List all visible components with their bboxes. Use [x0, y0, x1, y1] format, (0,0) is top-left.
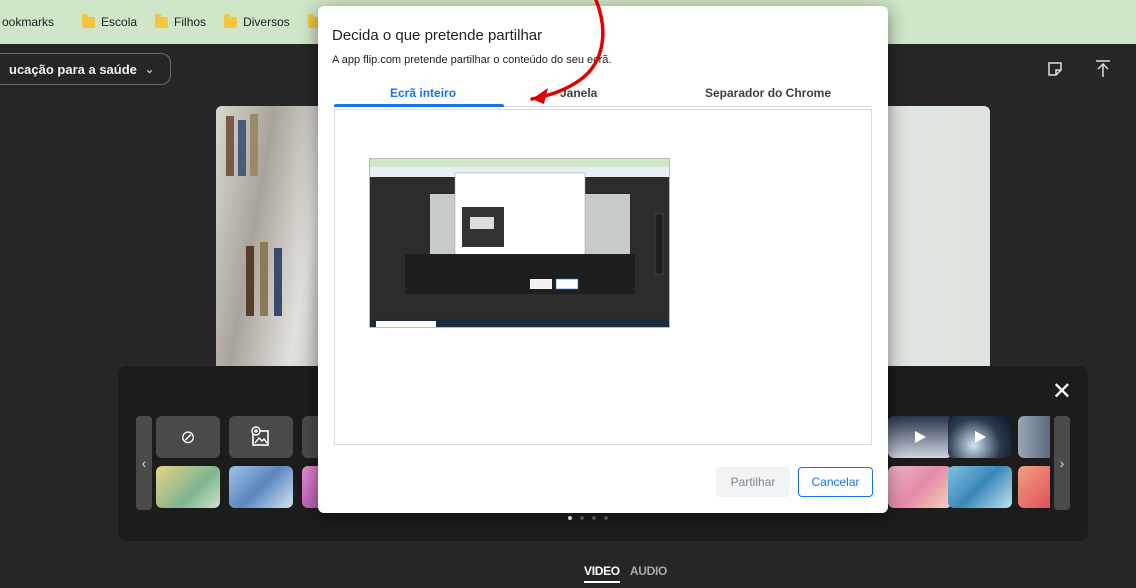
folder-icon: [224, 13, 238, 28]
no-effect-icon[interactable]: ⊘: [156, 416, 220, 458]
share-dialog: Decida o que pretende partilhar A app fl…: [318, 6, 888, 513]
upload-icon[interactable]: [1094, 60, 1112, 78]
page-dot[interactable]: [604, 516, 608, 520]
screen-thumbnail[interactable]: [369, 158, 670, 328]
mode-tabs: VIDEO AUDIO: [584, 564, 667, 583]
next-button[interactable]: ›: [1054, 416, 1070, 510]
topic-selector[interactable]: ucação para a saúde ⌄: [0, 53, 171, 85]
bookmark-label: Filhos: [174, 15, 207, 29]
background-thumbnail[interactable]: [229, 466, 293, 508]
page-dot[interactable]: [568, 516, 572, 520]
dialog-title: Decida o que pretende partilhar: [332, 27, 543, 44]
bookmark-folder-filhos[interactable]: Filhos: [155, 13, 207, 29]
page-dot[interactable]: [592, 516, 596, 520]
cancel-button[interactable]: Cancelar: [798, 467, 873, 497]
dialog-subtitle: A app flip.com pretende partilhar o cont…: [332, 54, 612, 66]
bookmark-label: Escola: [101, 15, 138, 29]
tab-video[interactable]: VIDEO: [584, 564, 620, 583]
bookmark-label: Diversos: [243, 15, 290, 29]
background-thumbnail[interactable]: [302, 466, 318, 508]
bookmark-label: ookmarks: [2, 15, 55, 29]
video-effect-tile[interactable]: [948, 416, 1012, 458]
background-thumbnail[interactable]: [1018, 466, 1050, 508]
effect-tile[interactable]: [302, 416, 318, 458]
background-thumbnail[interactable]: [156, 466, 220, 508]
screen-picker: [334, 109, 872, 445]
tab-chrome-tab[interactable]: Separador do Chrome: [705, 86, 831, 100]
background-thumbnail[interactable]: [888, 466, 952, 508]
close-icon[interactable]: ✕: [1052, 380, 1072, 404]
folder-icon: [82, 13, 96, 28]
add-image-icon[interactable]: [229, 416, 293, 458]
page-indicator: [568, 516, 608, 520]
background-thumbnail[interactable]: [948, 466, 1012, 508]
folder-icon: [155, 13, 169, 28]
active-tab-indicator: [334, 104, 504, 107]
sticky-note-icon[interactable]: [1046, 60, 1064, 78]
video-effect-tile[interactable]: [1018, 416, 1050, 458]
share-button[interactable]: Partilhar: [716, 467, 790, 497]
video-effect-tile[interactable]: [888, 416, 952, 458]
share-source-tabs: Ecrã inteiro Janela Separador do Chrome: [334, 83, 872, 107]
tab-audio[interactable]: AUDIO: [630, 564, 667, 583]
bookmark-all[interactable]: ookmarks: [2, 15, 54, 29]
tab-entire-screen[interactable]: Ecrã inteiro: [390, 86, 456, 100]
topic-title: ucação para a saúde: [9, 61, 137, 77]
tab-window[interactable]: Janela: [560, 86, 597, 100]
play-icon: [915, 431, 926, 443]
chevron-down-icon: ⌄: [144, 63, 155, 76]
play-icon: [975, 431, 986, 443]
bookmark-folder-diversos[interactable]: Diversos: [224, 13, 290, 29]
bookmark-folder-escola[interactable]: Escola: [82, 13, 138, 29]
page-dot[interactable]: [580, 516, 584, 520]
previous-button[interactable]: ‹: [136, 416, 152, 510]
